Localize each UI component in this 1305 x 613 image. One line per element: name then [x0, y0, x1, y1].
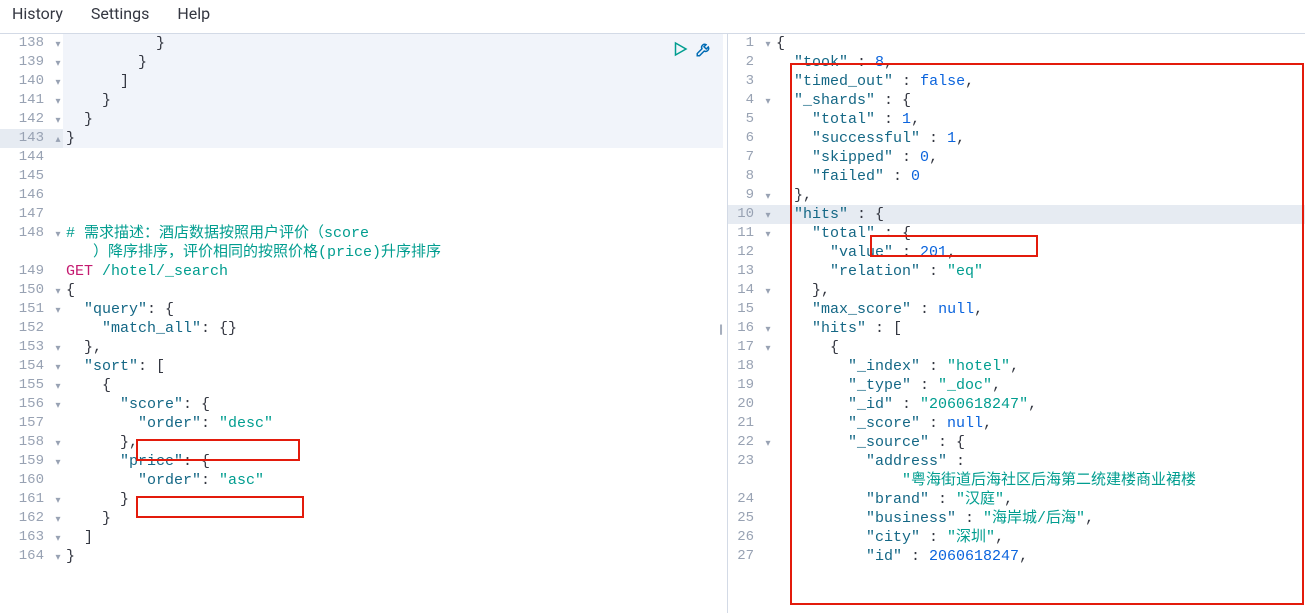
gutter: 151	[0, 300, 54, 319]
gutter: 14	[728, 281, 764, 300]
response-viewer-pane: 1▾{ 2 "took" : 8, 3 "timed_out" : false,…	[727, 33, 1305, 613]
gutter: 26	[728, 528, 764, 547]
gutter: 164	[0, 547, 54, 566]
gutter: 20	[728, 395, 764, 414]
gutter: 6	[728, 129, 764, 148]
gutter: 142	[0, 110, 54, 129]
gutter: 154	[0, 357, 54, 376]
gutter: 16	[728, 319, 764, 338]
gutter: 149	[0, 262, 54, 281]
gutter: 163	[0, 528, 54, 547]
gutter: 7	[728, 148, 764, 167]
gutter: 138	[0, 34, 54, 53]
gutter: 12	[728, 243, 764, 262]
gutter: 25	[728, 509, 764, 528]
gutter: 27	[728, 547, 764, 566]
gutter: 146	[0, 186, 54, 205]
gutter: 145	[0, 167, 54, 186]
menubar: History Settings Help	[0, 0, 1305, 33]
gutter: 143	[0, 129, 54, 148]
gutter: 11	[728, 224, 764, 243]
gutter: 157	[0, 414, 54, 433]
request-editor[interactable]: 138▾ } 139▾ } 140▾ ] 141▾ } 142▾ } 143▴}…	[0, 34, 727, 566]
gutter: 17	[728, 338, 764, 357]
gutter: 155	[0, 376, 54, 395]
gutter: 13	[728, 262, 764, 281]
gutter: 21	[728, 414, 764, 433]
gutter: 140	[0, 72, 54, 91]
gutter: 150	[0, 281, 54, 300]
gutter: 2	[728, 53, 764, 72]
gutter: 147	[0, 205, 54, 224]
gutter: 139	[0, 53, 54, 72]
gutter: 153	[0, 338, 54, 357]
gutter: 141	[0, 91, 54, 110]
response-viewer[interactable]: 1▾{ 2 "took" : 8, 3 "timed_out" : false,…	[728, 34, 1305, 566]
gutter: 5	[728, 110, 764, 129]
gutter: 152	[0, 319, 54, 338]
request-editor-pane: || 138▾ } 139▾ } 140▾ ] 141▾ } 142▾ } 14…	[0, 33, 727, 613]
gutter: 160	[0, 471, 54, 490]
gutter: 18	[728, 357, 764, 376]
split-panes: || 138▾ } 139▾ } 140▾ ] 141▾ } 142▾ } 14…	[0, 33, 1305, 613]
gutter: 9	[728, 186, 764, 205]
gutter: 10	[728, 205, 764, 224]
gutter: 22	[728, 433, 764, 452]
gutter: 158	[0, 433, 54, 452]
gutter: 4	[728, 91, 764, 110]
menu-settings[interactable]: Settings	[91, 4, 149, 23]
gutter: 24	[728, 490, 764, 509]
gutter: 148	[0, 224, 54, 243]
gutter: 19	[728, 376, 764, 395]
gutter: 23	[728, 452, 764, 471]
menu-history[interactable]: History	[12, 4, 63, 23]
gutter: 156	[0, 395, 54, 414]
gutter: 159	[0, 452, 54, 471]
gutter: 15	[728, 300, 764, 319]
gutter: 161	[0, 490, 54, 509]
gutter: 3	[728, 72, 764, 91]
gutter: 144	[0, 148, 54, 167]
gutter: 8	[728, 167, 764, 186]
gutter: 1	[728, 34, 764, 53]
menu-help[interactable]: Help	[177, 4, 210, 23]
gutter: 162	[0, 509, 54, 528]
